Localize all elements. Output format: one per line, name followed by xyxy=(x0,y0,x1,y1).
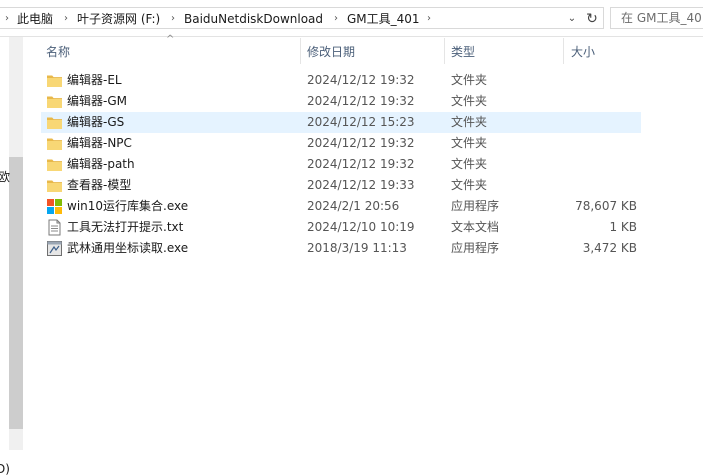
column-divider[interactable] xyxy=(444,38,445,64)
file-name: 编辑器-NPC xyxy=(67,136,132,150)
file-row[interactable]: 工具无法打开提示.txt 2024/12/10 10:19 文本文档 1 KB xyxy=(41,217,641,238)
text-file-icon xyxy=(46,219,63,236)
file-row[interactable]: win10运行库集合.exe 2024/2/1 20:56 应用程序 78,607 K… xyxy=(41,196,641,217)
file-row[interactable]: 编辑器-GM 2024/12/12 19:32 文件夹 xyxy=(41,91,641,112)
file-type: 应用程序 xyxy=(451,241,500,255)
breadcrumb-gm-tool[interactable]: GM工具_401 xyxy=(347,11,420,27)
nav-item-partial-label[interactable]: D) xyxy=(0,462,10,476)
file-size xyxy=(551,112,637,133)
file-type: 文件夹 xyxy=(451,73,488,87)
app-icon xyxy=(46,240,63,257)
nav-scrollbar-thumb[interactable] xyxy=(9,157,23,429)
column-header-name[interactable]: 名称 xyxy=(46,42,70,62)
file-modified-date: 2024/2/1 20:56 xyxy=(307,199,400,213)
breadcrumb-separator-icon[interactable]: › xyxy=(168,11,178,27)
column-divider[interactable] xyxy=(300,38,301,64)
file-name: 编辑器-GS xyxy=(67,115,125,129)
file-row[interactable]: 编辑器-path 2024/12/12 19:32 文件夹 xyxy=(41,154,641,175)
file-size: 78,607 KB xyxy=(575,199,637,213)
column-header-type[interactable]: 类型 xyxy=(451,42,475,62)
column-divider[interactable] xyxy=(563,38,564,64)
file-modified-date: 2024/12/12 19:32 xyxy=(307,73,415,87)
file-modified-date: 2024/12/12 19:32 xyxy=(307,136,415,150)
refresh-icon[interactable]: ↻ xyxy=(583,10,601,28)
file-modified-date: 2024/12/12 19:32 xyxy=(307,94,415,108)
folder-icon xyxy=(46,135,63,152)
file-type: 应用程序 xyxy=(451,199,500,213)
file-name: 查看器-模型 xyxy=(67,178,132,192)
file-modified-date: 2024/12/12 19:33 xyxy=(307,178,415,192)
file-row[interactable]: 编辑器-GS 2024/12/12 15:23 文件夹 xyxy=(41,112,641,133)
file-modified-date: 2024/12/10 10:19 xyxy=(307,220,415,234)
address-toolbar: › 此电脑 › 叶子资源网 (F:) › BaiduNetdiskDownloa… xyxy=(0,0,703,37)
file-name: 编辑器-EL xyxy=(67,73,122,87)
search-box[interactable] xyxy=(610,7,703,29)
file-type: 文件夹 xyxy=(451,178,488,192)
file-size: 3,472 KB xyxy=(582,241,637,255)
file-type: 文本文档 xyxy=(451,220,500,234)
column-header-size[interactable]: 大小 xyxy=(571,42,595,62)
search-input[interactable] xyxy=(611,8,703,28)
nav-item-partial-label[interactable]: 欧 xyxy=(0,168,10,185)
folder-icon xyxy=(46,177,63,194)
breadcrumb-separator-icon[interactable]: › xyxy=(424,11,434,27)
file-size xyxy=(551,70,637,91)
file-type: 文件夹 xyxy=(451,94,488,108)
sort-ascending-icon: ^ xyxy=(166,34,175,45)
file-name: win10运行库集合.exe xyxy=(67,199,189,213)
file-size xyxy=(551,133,637,154)
breadcrumb-separator-icon[interactable]: › xyxy=(331,11,341,27)
breadcrumb-separator-icon[interactable]: › xyxy=(2,11,12,27)
file-modified-date: 2018/3/19 11:13 xyxy=(307,241,407,255)
file-size xyxy=(551,154,637,175)
folder-icon xyxy=(46,156,63,173)
windows-logo-icon xyxy=(46,198,63,215)
file-type: 文件夹 xyxy=(451,157,488,171)
address-history-dropdown-icon[interactable]: ⌄ xyxy=(564,11,580,27)
breadcrumb-drive-f[interactable]: 叶子资源网 (F:) xyxy=(77,11,160,27)
file-type: 文件夹 xyxy=(451,136,488,150)
navigation-pane: 欧 D) xyxy=(0,37,23,476)
file-modified-date: 2024/12/12 15:23 xyxy=(307,115,415,129)
breadcrumb-baidu-download[interactable]: BaiduNetdiskDownload xyxy=(184,11,323,27)
file-size xyxy=(551,175,637,196)
file-row[interactable]: 武林通用坐标读取.exe 2018/3/19 11:13 应用程序 3,472 KB xyxy=(41,238,641,259)
file-name: 工具无法打开提示.txt xyxy=(67,220,184,234)
file-size: 1 KB xyxy=(609,220,637,234)
file-row[interactable]: 查看器-模型 2024/12/12 19:33 文件夹 xyxy=(41,175,641,196)
file-name: 武林通用坐标读取.exe xyxy=(67,241,189,255)
address-bar[interactable]: › 此电脑 › 叶子资源网 (F:) › BaiduNetdiskDownloa… xyxy=(0,7,604,29)
file-row[interactable]: 编辑器-NPC 2024/12/12 19:32 文件夹 xyxy=(41,133,641,154)
folder-icon xyxy=(46,114,63,131)
file-modified-date: 2024/12/12 19:32 xyxy=(307,157,415,171)
column-header-date[interactable]: 修改日期 xyxy=(307,42,355,62)
file-name: 编辑器-GM xyxy=(67,94,127,108)
file-size xyxy=(551,91,637,112)
file-row[interactable]: 编辑器-EL 2024/12/12 19:32 文件夹 xyxy=(41,70,641,91)
breadcrumb-separator-icon[interactable]: › xyxy=(61,11,71,27)
folder-icon xyxy=(46,72,63,89)
file-type: 文件夹 xyxy=(451,115,488,129)
file-list-scroll-area xyxy=(690,37,703,450)
file-name: 编辑器-path xyxy=(67,157,135,171)
breadcrumb-this-pc[interactable]: 此电脑 xyxy=(17,11,53,27)
folder-icon xyxy=(46,93,63,110)
